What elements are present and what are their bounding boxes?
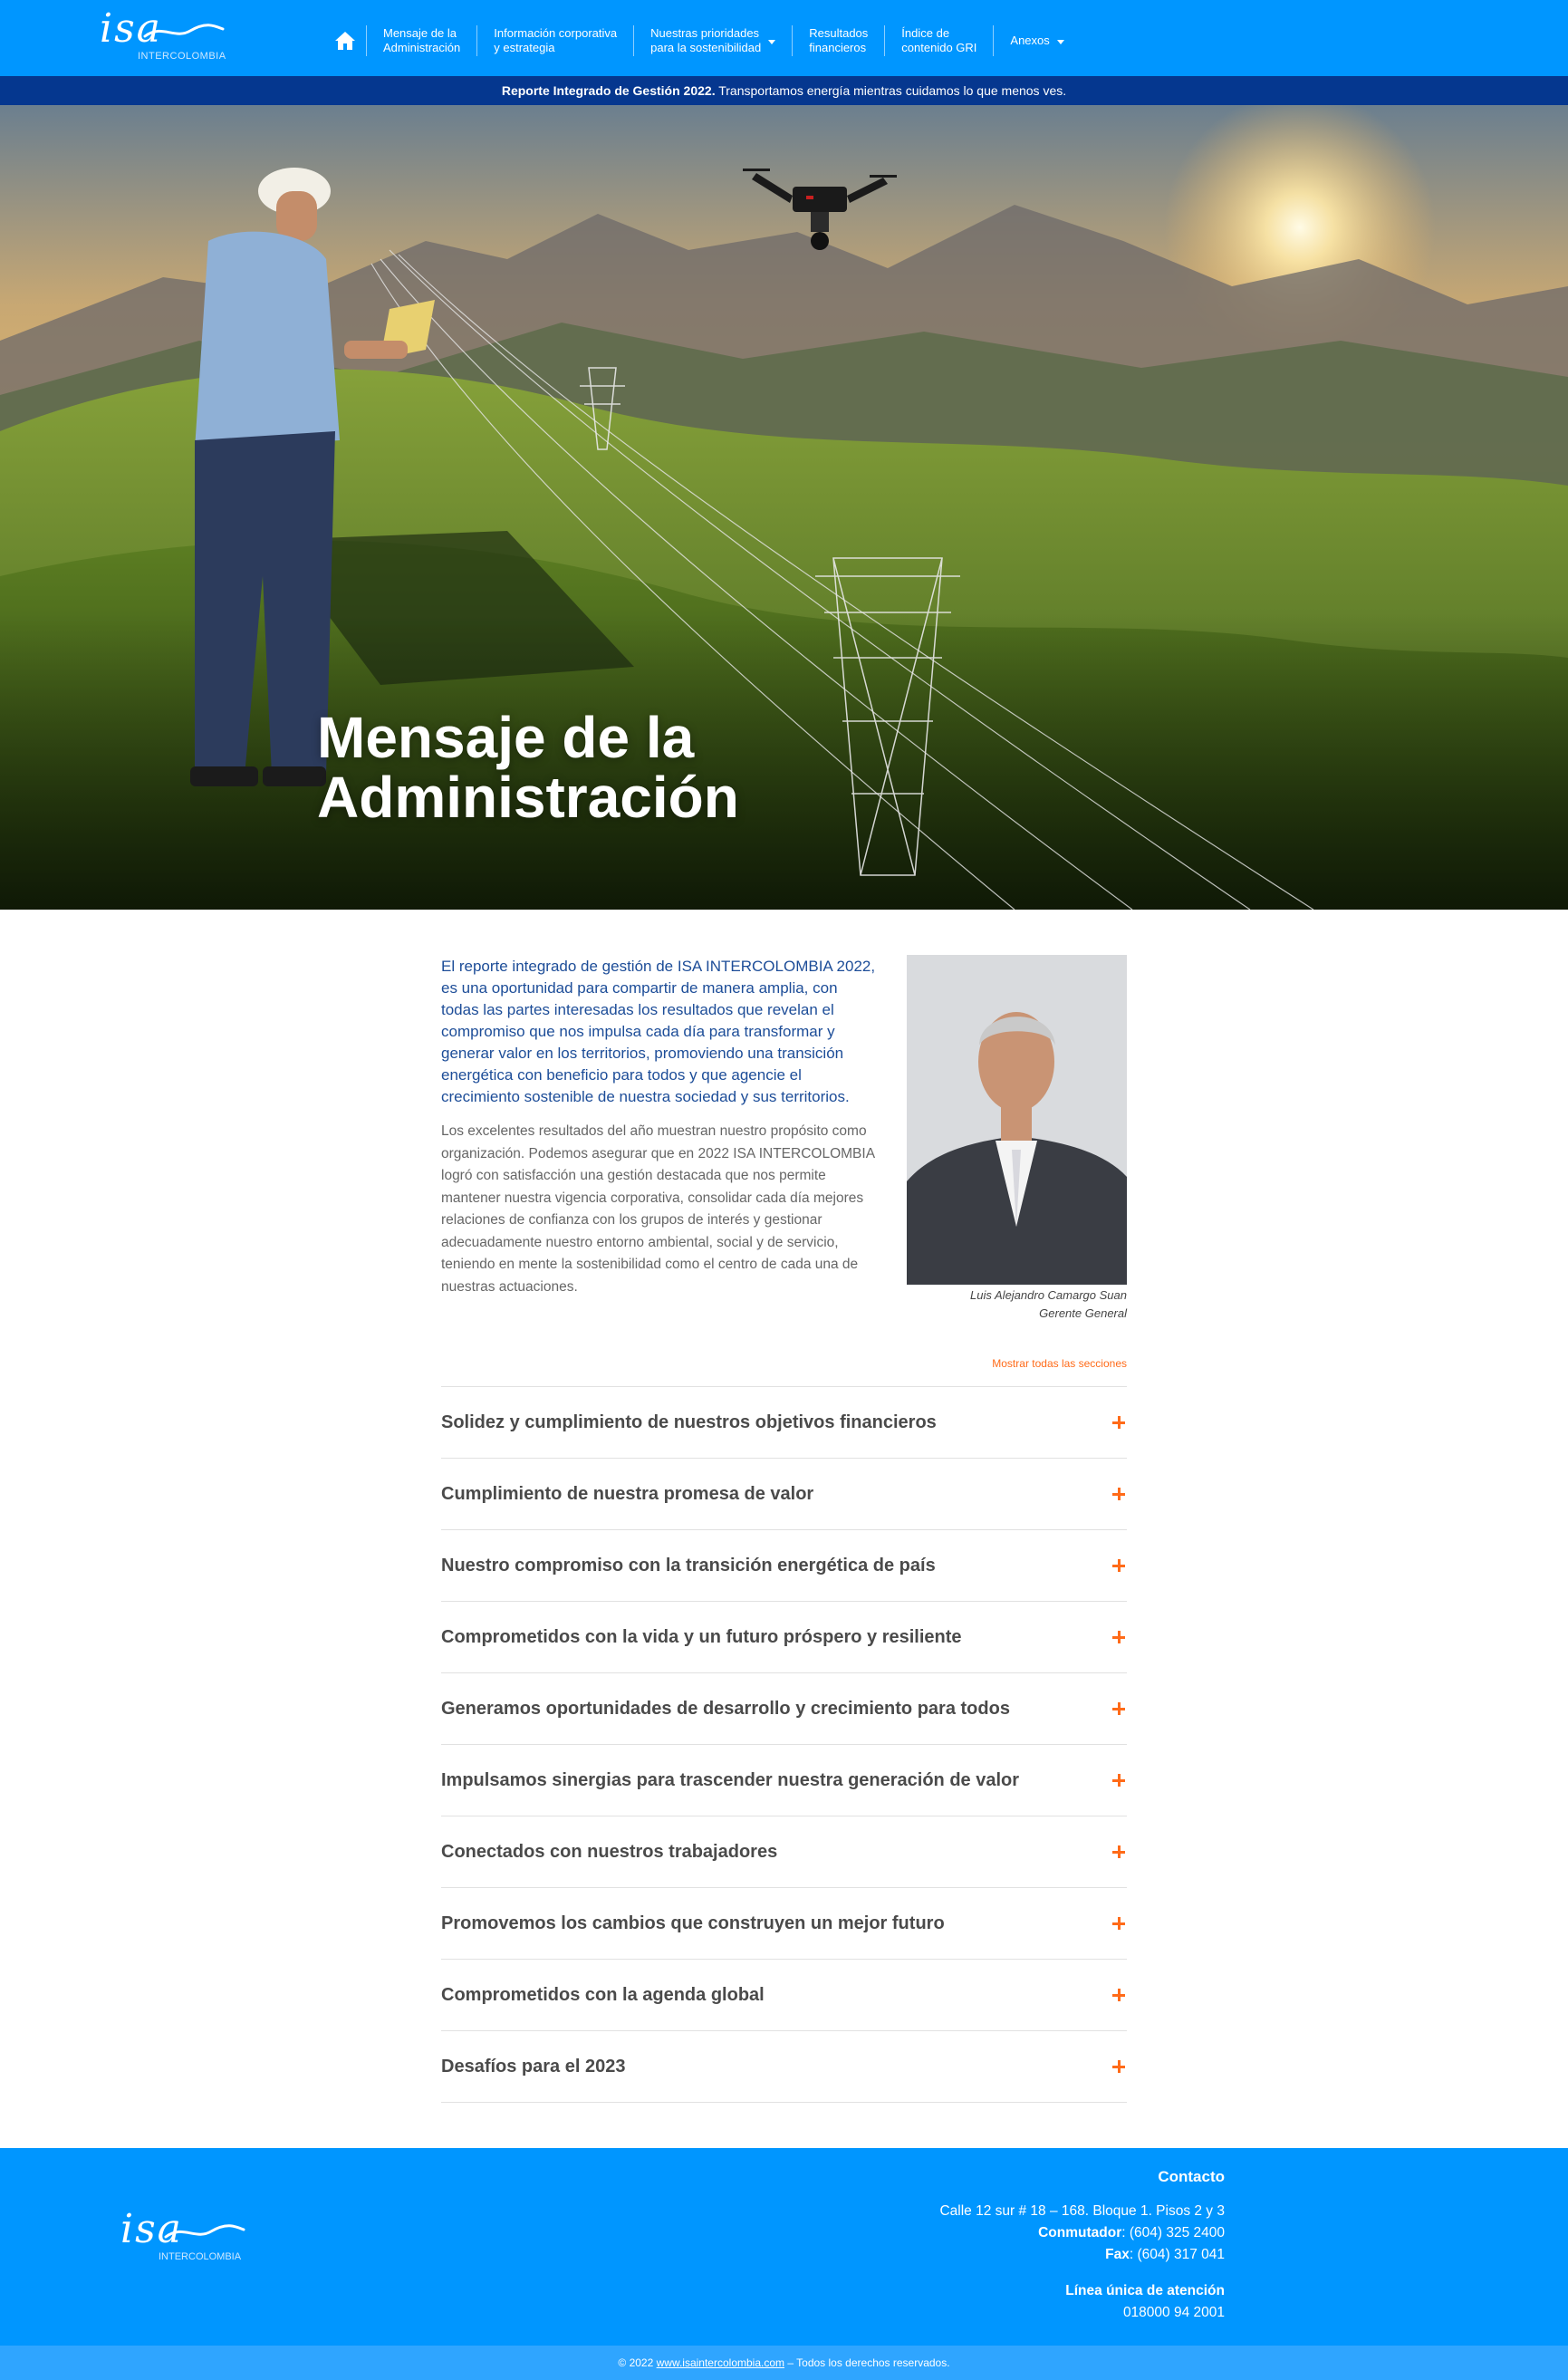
site-header: isa INTERCOLOMBIA Mensaje de la Administ… [0, 0, 1568, 76]
nav-label: Resultados financieros [809, 26, 869, 54]
nav-label: Anexos [1010, 34, 1050, 47]
accordion-item[interactable]: Generamos oportunidades de desarrollo y … [441, 1673, 1127, 1745]
nav-label: Información corporativa y estrategia [494, 26, 618, 54]
sections-accordion: Solidez y cumplimiento de nuestros objet… [441, 1386, 1127, 2103]
accordion-item[interactable]: Comprometidos con la vida y un futuro pr… [441, 1602, 1127, 1673]
nav-item-gri[interactable]: Índice de contenido GRI [884, 25, 993, 56]
hero-image: Mensaje de la Administración [0, 105, 1568, 910]
show-all-sections-link[interactable]: Mostrar todas las secciones [441, 1357, 1127, 1370]
home-icon [335, 32, 355, 50]
switchboard-value: : (604) 325 2400 [1121, 2225, 1225, 2240]
portrait-caption: Luis Alejandro Camargo Suan Gerente Gene… [907, 1286, 1127, 1323]
switchboard-label: Conmutador [1038, 2225, 1122, 2240]
nav-label: Índice de contenido GRI [901, 26, 977, 54]
accordion-item-title: Comprometidos con la vida y un futuro pr… [441, 1626, 962, 1647]
page-title: Mensaje de la Administración [317, 705, 739, 830]
accordion-item[interactable]: Conectados con nuestros trabajadores [441, 1816, 1127, 1888]
logo-swoosh-icon [164, 2224, 245, 2239]
accordion-item[interactable]: Impulsamos sinergias para trascender nue… [441, 1745, 1127, 1816]
report-banner: Reporte Integrado de Gestión 2022. Trans… [0, 76, 1568, 105]
service-line-number: 018000 94 2001 [1122, 2305, 1225, 2320]
chevron-down-icon [1056, 39, 1064, 44]
nav-item-prioridades[interactable]: Nuestras prioridades para la sostenibili… [633, 25, 792, 56]
intro-section: El reporte integrado de gestión de ISA I… [441, 956, 876, 1298]
logo-subtitle: INTERCOLOMBIA [138, 51, 226, 62]
plus-icon[interactable] [1112, 1559, 1125, 1572]
intro-body-paragraph: Los excelentes resultados del año muestr… [441, 1123, 875, 1295]
intro-lead-paragraph: El reporte integrado de gestión de ISA I… [441, 958, 876, 1105]
executive-portrait [907, 955, 1127, 1285]
plus-icon[interactable] [1112, 2060, 1125, 2073]
copyright-suffix: – Todos los derechos reservados. [784, 2356, 950, 2369]
accordion-item[interactable]: Promovemos los cambios que construyen un… [441, 1888, 1127, 1960]
plus-icon[interactable] [1112, 1774, 1125, 1787]
fax-value: : (604) 317 041 [1129, 2247, 1225, 2262]
accordion-item-title: Desafíos para el 2023 [441, 2056, 626, 2076]
plus-icon[interactable] [1112, 1488, 1125, 1500]
plus-icon[interactable] [1112, 1702, 1125, 1715]
main-nav: Mensaje de la Administración Información… [333, 25, 1081, 56]
accordion-item[interactable]: Nuestro compromiso con la transición ene… [441, 1530, 1127, 1602]
accordion-item-title: Promovemos los cambios que construyen un… [441, 1913, 945, 1933]
accordion-item-title: Cumplimiento de nuestra promesa de valor [441, 1483, 814, 1504]
nav-item-mensaje[interactable]: Mensaje de la Administración [366, 25, 476, 56]
accordion-item-title: Impulsamos sinergias para trascender nue… [441, 1769, 1020, 1790]
nav-item-anexos[interactable]: Anexos [993, 25, 1080, 56]
plus-icon[interactable] [1112, 1917, 1125, 1930]
website-link[interactable]: www.isaintercolombia.com [657, 2356, 784, 2369]
footer-logo[interactable]: isa INTERCOLOMBIA [120, 2210, 247, 2269]
banner-text: Transportamos energía mientras cuidamos … [715, 83, 1067, 98]
executive-role: Gerente General [1039, 1306, 1127, 1320]
accordion-item[interactable]: Desafíos para el 2023 [441, 2031, 1127, 2103]
portrait-photo [907, 955, 1127, 1285]
fax-label: Fax [1105, 2247, 1130, 2262]
accordion-item-title: Conectados con nuestros trabajadores [441, 1841, 778, 1862]
executive-name: Luis Alejandro Camargo Suan [970, 1288, 1127, 1302]
nav-label: Mensaje de la Administración [383, 26, 461, 54]
copyright-bar: © 2022 www.isaintercolombia.com – Todos … [0, 2346, 1568, 2380]
contact-address: Calle 12 sur # 18 – 168. Bloque 1. Pisos… [939, 2203, 1225, 2219]
home-link[interactable] [333, 29, 357, 53]
nav-item-informacion-corporativa[interactable]: Información corporativa y estrategia [476, 25, 633, 56]
accordion-item[interactable]: Solidez y cumplimiento de nuestros objet… [441, 1387, 1127, 1459]
logo-swoosh-icon [143, 24, 225, 38]
landscape-drone-illustration [0, 105, 1568, 910]
accordion-item[interactable]: Comprometidos con la agenda global [441, 1960, 1127, 2031]
accordion-item-title: Generamos oportunidades de desarrollo y … [441, 1698, 1010, 1719]
plus-icon[interactable] [1112, 1989, 1125, 2001]
plus-icon[interactable] [1112, 1631, 1125, 1643]
footer-logo-subtitle: INTERCOLOMBIA [159, 2251, 242, 2262]
accordion-item[interactable]: Cumplimiento de nuestra promesa de valor [441, 1459, 1127, 1530]
plus-icon[interactable] [1112, 1845, 1125, 1858]
contact-title: Contacto [1158, 2168, 1225, 2185]
banner-bold: Reporte Integrado de Gestión 2022. [501, 83, 716, 98]
contact-block: Contacto Calle 12 sur # 18 – 168. Bloque… [772, 2166, 1225, 2324]
service-line-label: Línea única de atención [1065, 2283, 1225, 2298]
accordion-item-title: Solidez y cumplimiento de nuestros objet… [441, 1412, 937, 1432]
chevron-down-icon [768, 39, 776, 44]
nav-label: Nuestras prioridades para la sostenibili… [650, 26, 762, 54]
plus-icon[interactable] [1112, 1416, 1125, 1429]
copyright-prefix: © 2022 [618, 2356, 657, 2369]
isa-logo[interactable]: isa INTERCOLOMBIA [100, 9, 226, 67]
site-footer: isa INTERCOLOMBIA Contacto Calle 12 sur … [0, 2148, 1568, 2346]
contact-fax: Fax: (604) 317 041 [772, 2244, 1225, 2266]
accordion-item-title: Nuestro compromiso con la transición ene… [441, 1555, 936, 1575]
contact-switchboard: Conmutador: (604) 325 2400 [772, 2222, 1225, 2244]
nav-item-resultados[interactable]: Resultados financieros [792, 25, 884, 56]
accordion-item-title: Comprometidos con la agenda global [441, 1984, 765, 2005]
